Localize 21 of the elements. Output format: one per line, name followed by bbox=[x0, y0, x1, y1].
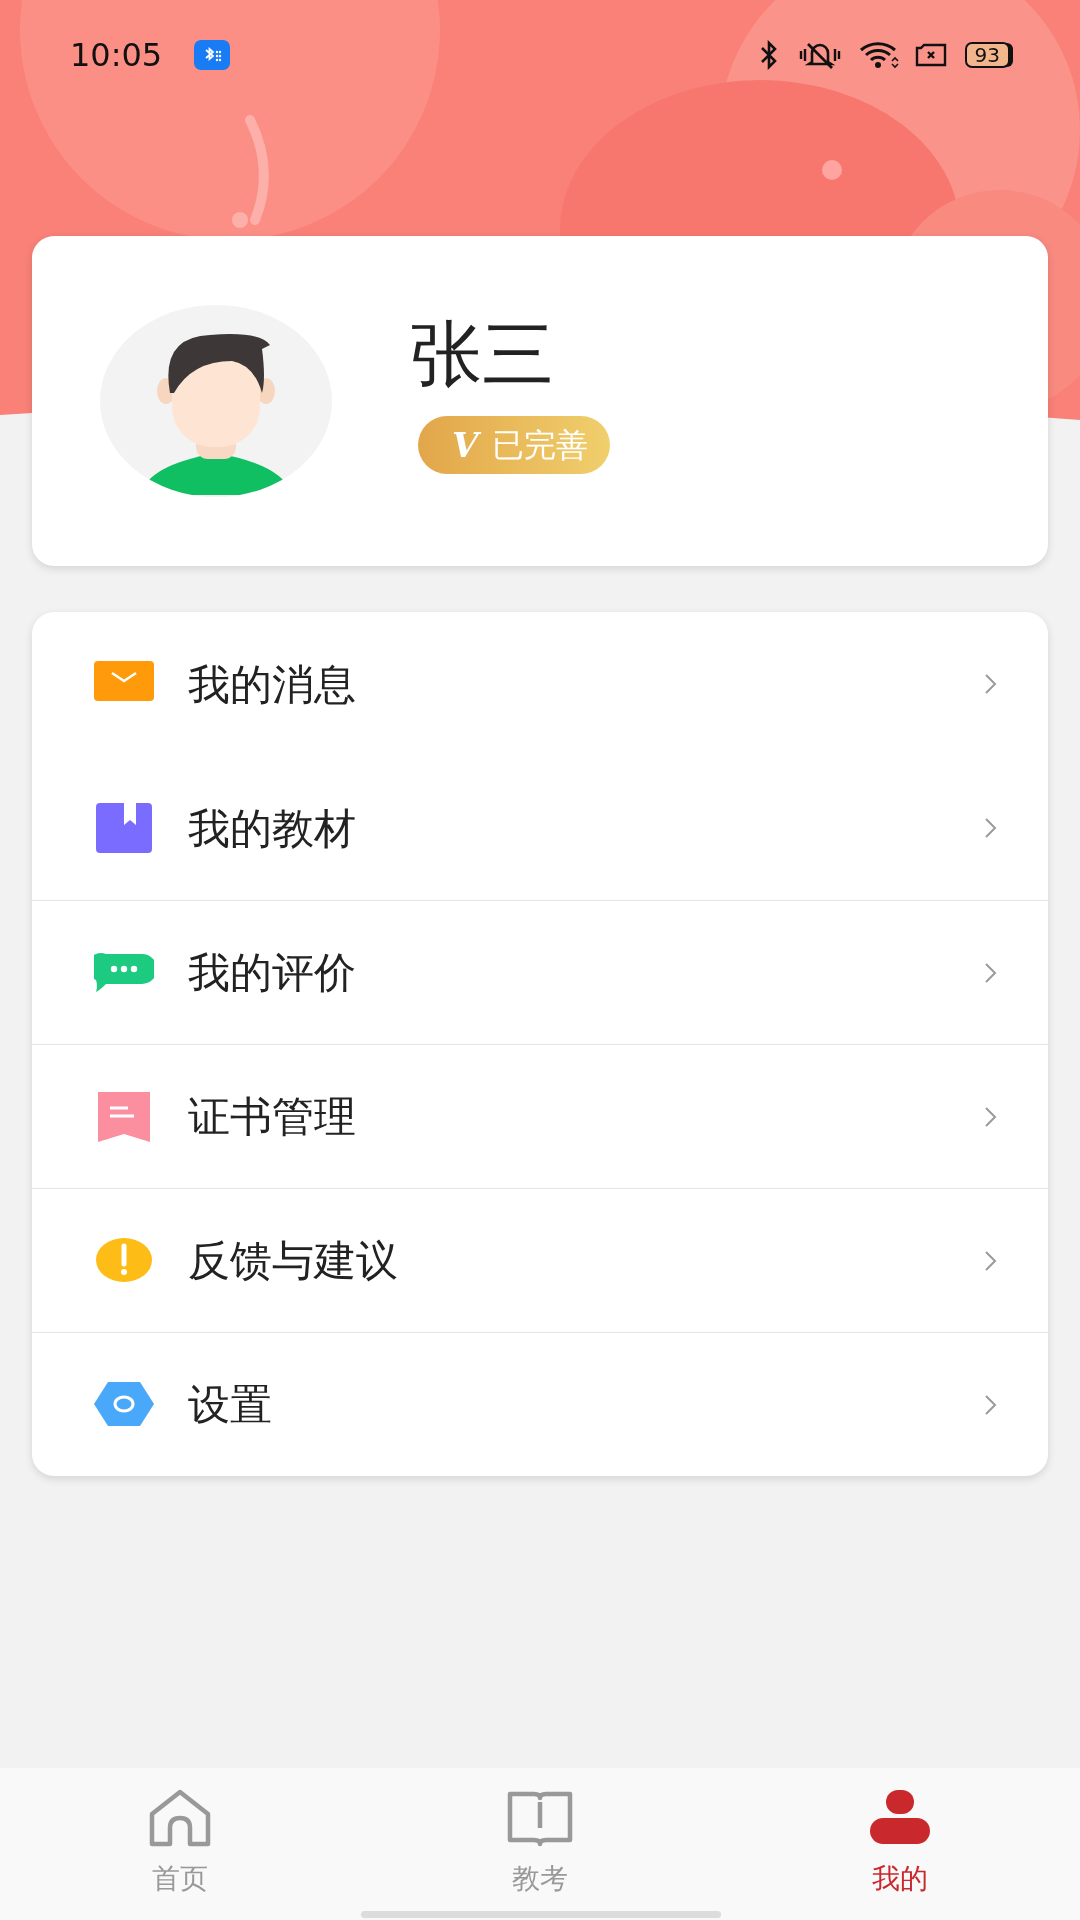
chevron-right-icon bbox=[984, 1105, 998, 1128]
sim-card-icon bbox=[914, 43, 947, 67]
menu-item[interactable]: 我的教材 bbox=[32, 756, 1048, 900]
status-time: 10:05 bbox=[70, 35, 163, 76]
menu-item[interactable]: 我的消息 bbox=[32, 612, 1048, 756]
wifi-icon bbox=[858, 40, 899, 70]
battery-indicator: 93 bbox=[964, 42, 1010, 68]
book-icon bbox=[94, 803, 154, 853]
user-name: 张三 bbox=[410, 318, 554, 390]
menu-item[interactable]: 反馈与建议 bbox=[32, 1188, 1048, 1332]
chevron-right-icon bbox=[984, 1249, 998, 1272]
menu-item[interactable]: 我的评价 bbox=[32, 900, 1048, 1044]
chevron-right-icon bbox=[984, 1393, 998, 1416]
menu-item[interactable]: 证书管理 bbox=[32, 1044, 1048, 1188]
verified-badge: V 已完善 bbox=[418, 416, 611, 474]
chevron-right-icon bbox=[984, 673, 998, 695]
bluetooth-app-icon bbox=[194, 40, 231, 70]
chevron-right-icon bbox=[984, 817, 998, 839]
tab[interactable]: 我的 bbox=[720, 1768, 1080, 1920]
menu-item[interactable]: 设置 bbox=[32, 1332, 1048, 1476]
chevron-right-icon bbox=[984, 961, 998, 984]
